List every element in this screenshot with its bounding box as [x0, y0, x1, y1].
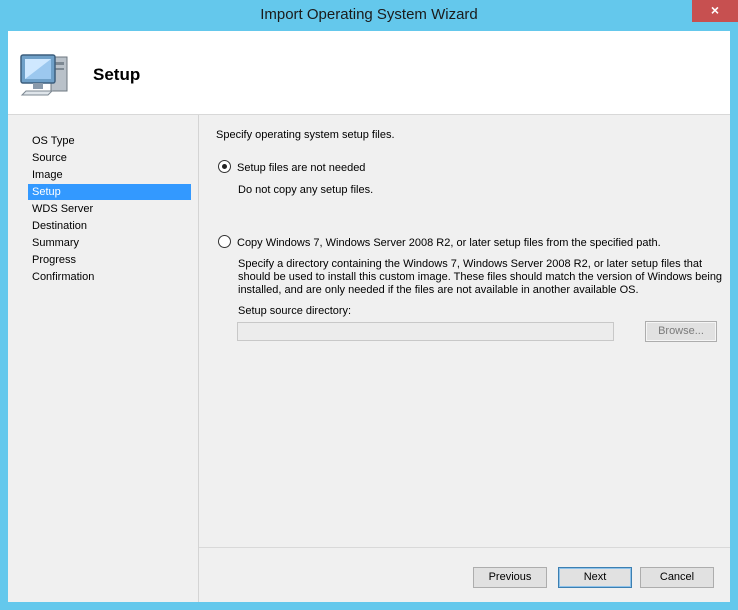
nav-item-setup: Setup [28, 184, 191, 200]
wizard-footer: Previous Next Cancel [199, 547, 730, 603]
window-title: Import Operating System Wizard [260, 6, 478, 23]
nav-item-confirmation: Confirmation [32, 271, 95, 283]
nav-item-image: Image [32, 169, 63, 181]
nav-item-os-type: OS Type [32, 135, 75, 147]
source-directory-label: Setup source directory: [238, 305, 352, 317]
previous-button[interactable]: Previous [473, 567, 547, 588]
source-directory-input[interactable] [237, 322, 614, 341]
option-copy-description-line-2: should be used to install this custom im… [238, 271, 723, 283]
title-bar: Import Operating System Wizard × [0, 0, 738, 30]
wizard-steps-nav: OS Type Source Image Setup WDS Server De… [8, 115, 199, 602]
computer-icon [20, 54, 68, 96]
intro-text: Specify operating system setup files. [216, 129, 395, 141]
browse-button[interactable]: Browse... [645, 321, 717, 342]
wizard-content: Specify operating system setup files. Se… [199, 115, 730, 543]
option-copy-description-line-1: Specify a directory containing the Windo… [238, 258, 703, 270]
option-no-setup-files-label: Setup files are not needed [237, 162, 366, 174]
option-no-setup-files-radio[interactable]: Setup files are not needed [218, 160, 365, 176]
radio-unselected-icon [218, 235, 231, 248]
page-title: Setup [93, 65, 141, 84]
close-icon: × [710, 2, 720, 18]
close-button[interactable]: × [692, 0, 738, 22]
wizard-client-area: Setup OS Type Source Image Setup WDS Ser… [8, 31, 730, 602]
wizard-window: Import Operating System Wizard × Setup O… [0, 0, 738, 610]
nav-item-progress: Progress [32, 254, 77, 266]
nav-item-wds-server: WDS Server [32, 203, 94, 215]
wizard-header: Setup [8, 31, 730, 115]
next-button[interactable]: Next [558, 567, 632, 588]
nav-item-source: Source [32, 152, 67, 164]
cancel-button[interactable]: Cancel [640, 567, 714, 588]
option-copy-setup-files-label: Copy Windows 7, Windows Server 2008 R2, … [237, 237, 661, 249]
option-copy-description-line-3: installed, and are only needed if the fi… [238, 284, 639, 296]
nav-item-destination: Destination [32, 220, 88, 232]
radio-selected-icon [218, 160, 231, 173]
option-copy-setup-files-radio[interactable]: Copy Windows 7, Windows Server 2008 R2, … [218, 235, 661, 251]
nav-item-summary: Summary [32, 237, 80, 249]
option-no-setup-files-description: Do not copy any setup files. [238, 184, 374, 196]
